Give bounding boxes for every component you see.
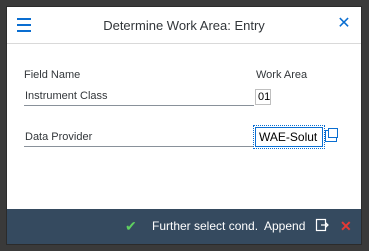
dialog-footer: ✔ Further select cond. Append ✕ (7, 209, 361, 244)
close-icon[interactable]: ✕ (336, 16, 352, 32)
value-help-icon[interactable] (325, 128, 338, 142)
field-name-header: Field Name (24, 69, 81, 81)
instrument-class-input[interactable]: 01 (255, 89, 271, 105)
data-provider-label: Data Provider (24, 128, 254, 147)
append-button[interactable]: Append (264, 219, 305, 233)
dialog-header: Determine Work Area: Entry ✕ (7, 7, 361, 44)
work-area-header: Work Area (256, 69, 308, 81)
dialog-title: Determine Work Area: Entry (103, 18, 265, 33)
cancel-icon[interactable]: ✕ (340, 218, 352, 235)
dialog: Determine Work Area: Entry ✕ Field Name … (6, 6, 362, 245)
export-icon[interactable] (315, 218, 329, 235)
check-icon[interactable]: ✔ (125, 218, 137, 235)
instrument-class-label: Instrument Class (24, 87, 254, 106)
data-provider-input[interactable]: WAE-Solut (253, 125, 325, 149)
further-select-button[interactable]: Further select cond. (152, 219, 258, 233)
